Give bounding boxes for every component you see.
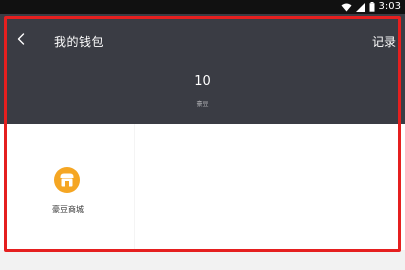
page-title: 我的钱包 [54, 35, 105, 49]
balance-value: 10 [194, 74, 211, 89]
status-bar: 3:03 [0, 0, 405, 14]
shop-icon [54, 167, 80, 193]
cell-divider [134, 124, 135, 250]
back-button[interactable] [10, 26, 32, 52]
records-button[interactable]: 记录 [372, 33, 396, 50]
battery-icon [369, 2, 375, 12]
grid-item-shop[interactable]: 豪豆商城 [28, 158, 108, 220]
grid-item-label: 豪豆商城 [52, 205, 84, 214]
status-time: 3:03 [378, 1, 401, 12]
wifi-icon [341, 3, 352, 12]
status-icons: 3:03 [341, 1, 401, 13]
balance-label: 豪豆 [196, 101, 209, 108]
signal-icon [355, 2, 365, 12]
bottom-area [0, 250, 405, 270]
wallet-header: 我的钱包 记录 10 豪豆 [0, 14, 405, 124]
chevron-left-icon [17, 30, 25, 49]
wallet-grid: 豪豆商城 [0, 124, 405, 250]
